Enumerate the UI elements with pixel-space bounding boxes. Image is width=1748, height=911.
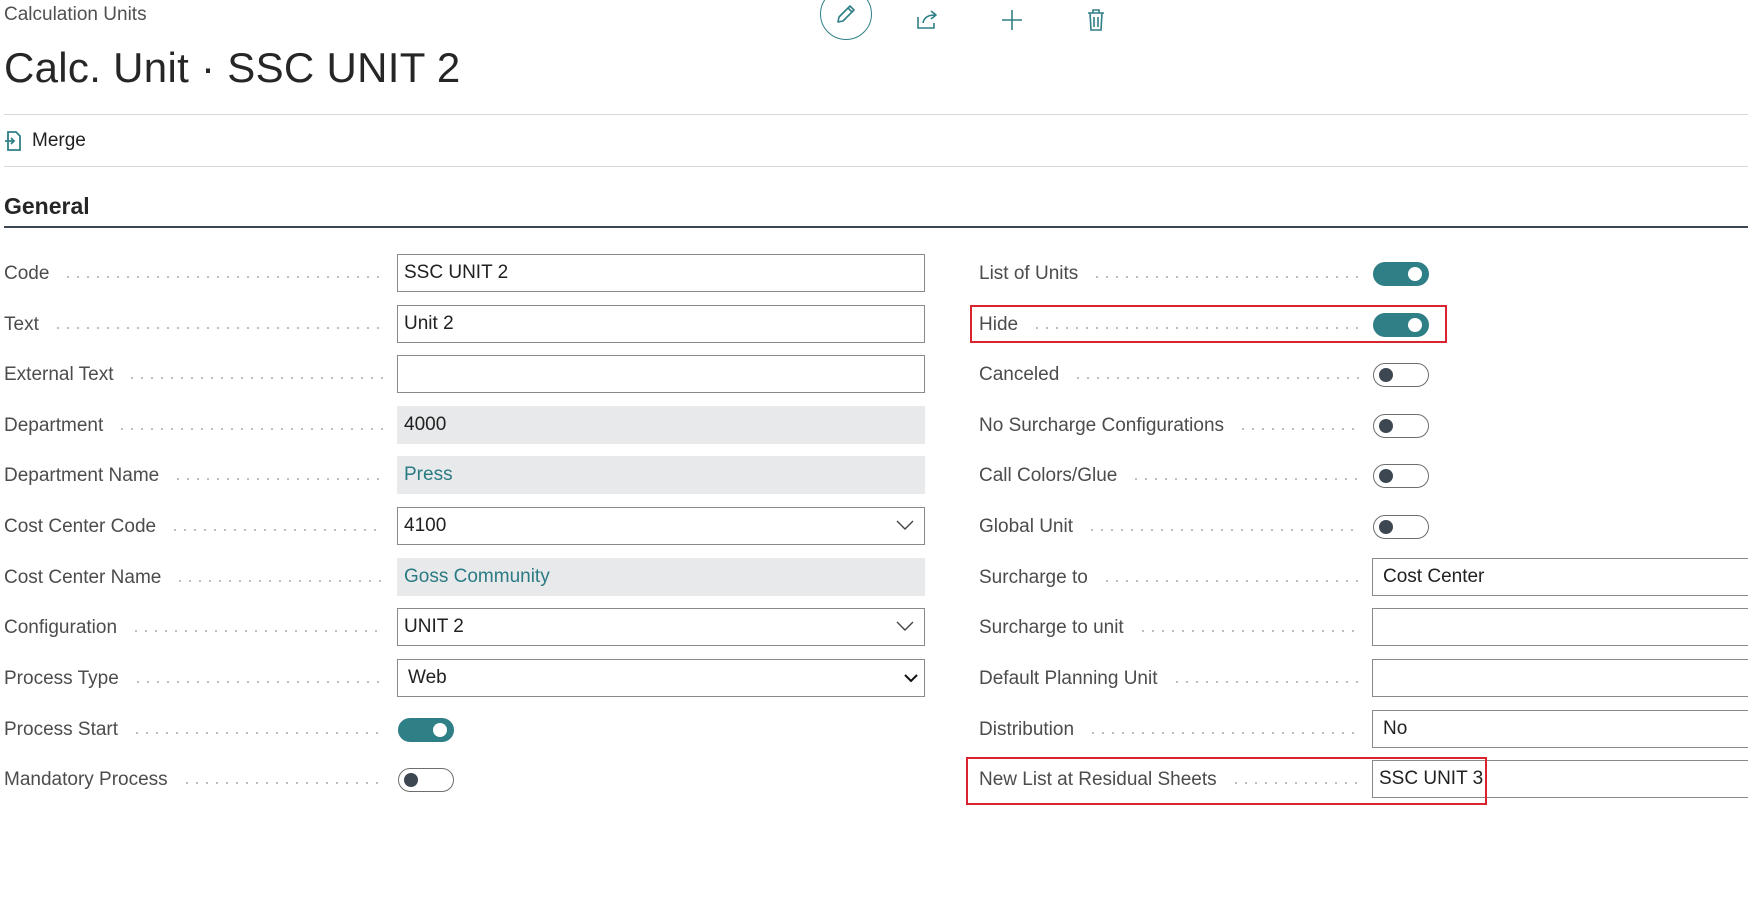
field-process-type: Process Type Web: [4, 659, 926, 699]
field-label: Process Start: [4, 719, 133, 741]
chevron-down-icon[interactable]: [896, 620, 914, 632]
default-planning-unit-input[interactable]: [1372, 659, 1748, 697]
cost-center-code-value: 4100: [404, 515, 447, 536]
chevron-down-icon[interactable]: [904, 673, 918, 683]
field-list-of-units: List of Units: [979, 254, 1748, 294]
text-input[interactable]: Unit 2: [397, 305, 925, 343]
field-label: Department Name: [4, 465, 174, 487]
process-start-toggle[interactable]: [398, 718, 454, 742]
field-call-colors-glue: Call Colors/Glue: [979, 456, 1748, 496]
field-label: List of Units: [979, 263, 1093, 285]
section-title[interactable]: General: [4, 193, 90, 220]
highlight-box: [970, 305, 1447, 343]
field-code: Code SSC UNIT 2: [4, 254, 926, 294]
merge-action[interactable]: Merge: [4, 130, 86, 152]
surcharge-to-select[interactable]: Cost Center: [1372, 558, 1748, 596]
canceled-toggle[interactable]: [1373, 363, 1429, 387]
field-text: Text Unit 2: [4, 305, 926, 345]
field-label: Cost Center Code: [4, 516, 171, 538]
section-divider: [4, 226, 1748, 228]
call-colors-toggle[interactable]: [1373, 464, 1429, 488]
field-label: Configuration: [4, 617, 132, 639]
code-input[interactable]: SSC UNIT 2: [397, 254, 925, 292]
field-process-start: Process Start: [4, 710, 926, 750]
department-value: 4000: [397, 406, 925, 444]
field-mandatory-process: Mandatory Process: [4, 760, 926, 800]
field-label: Surcharge to: [979, 567, 1102, 589]
configuration-lookup[interactable]: UNIT 2: [397, 608, 925, 646]
highlight-box: [966, 757, 1487, 805]
external-text-input[interactable]: [397, 355, 925, 393]
header-divider: [4, 114, 1748, 115]
field-external-text: External Text: [4, 355, 926, 395]
field-label: Default Planning Unit: [979, 668, 1172, 690]
configuration-value: UNIT 2: [404, 616, 464, 637]
field-label: External Text: [4, 364, 128, 386]
merge-label: Merge: [32, 130, 86, 151]
field-label: Department: [4, 415, 118, 437]
process-type-value: Web: [408, 667, 447, 688]
field-label: Process Type: [4, 668, 133, 690]
surcharge-to-unit-input[interactable]: [1372, 608, 1748, 646]
field-global-unit: Global Unit: [979, 507, 1748, 547]
field-label: Distribution: [979, 719, 1089, 741]
field-label: No Surcharge Configurations: [979, 415, 1239, 437]
chevron-down-icon[interactable]: [896, 519, 914, 531]
field-label: Cost Center Name: [4, 567, 176, 589]
no-surcharge-toggle[interactable]: [1373, 414, 1429, 438]
field-label: Canceled: [979, 364, 1074, 386]
field-default-planning-unit: Default Planning Unit: [979, 659, 1748, 699]
field-distribution: Distribution No: [979, 710, 1748, 750]
field-canceled: Canceled: [979, 355, 1748, 395]
breadcrumb[interactable]: Calculation Units: [4, 4, 147, 26]
global-unit-toggle[interactable]: [1373, 515, 1429, 539]
field-configuration: Configuration UNIT 2: [4, 608, 926, 648]
cost-center-name-link[interactable]: Goss Community: [397, 558, 925, 596]
field-label: Code: [4, 263, 64, 285]
field-label: Text: [4, 314, 53, 336]
cost-center-code-lookup[interactable]: 4100: [397, 507, 925, 545]
field-label: Global Unit: [979, 516, 1087, 538]
add-icon[interactable]: [986, 0, 1038, 40]
actions-divider: [4, 166, 1748, 167]
share-icon[interactable]: [902, 0, 954, 40]
page-title: Calc. Unit · SSC UNIT 2: [4, 44, 461, 91]
field-department: Department 4000: [4, 406, 926, 446]
edit-icon[interactable]: [820, 0, 872, 40]
field-no-surcharge-configurations: No Surcharge Configurations: [979, 406, 1748, 446]
field-surcharge-to: Surcharge to Cost Center: [979, 558, 1748, 598]
mandatory-process-toggle[interactable]: [398, 768, 454, 792]
department-name-link[interactable]: Press: [397, 456, 925, 494]
field-label: Surcharge to unit: [979, 617, 1138, 639]
process-type-select[interactable]: Web: [397, 659, 925, 697]
merge-icon: [5, 131, 21, 151]
field-department-name: Department Name Press: [4, 456, 926, 496]
list-of-units-toggle[interactable]: [1373, 262, 1429, 286]
field-surcharge-to-unit: Surcharge to unit: [979, 608, 1748, 648]
distribution-select[interactable]: No: [1372, 710, 1748, 748]
field-label: Call Colors/Glue: [979, 465, 1132, 487]
delete-icon[interactable]: [1070, 0, 1122, 40]
field-cost-center-code: Cost Center Code 4100: [4, 507, 926, 547]
field-cost-center-name: Cost Center Name Goss Community: [4, 558, 926, 598]
field-label: Mandatory Process: [4, 769, 182, 791]
